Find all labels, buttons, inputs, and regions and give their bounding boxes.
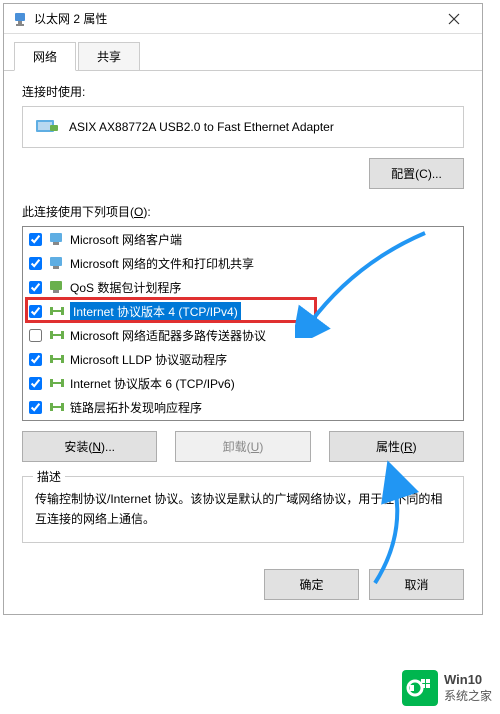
list-item[interactable]: Microsoft 网络适配器多路传送器协议 [23, 323, 463, 347]
protocol-icon [48, 375, 66, 391]
description-group: 描述 传输控制协议/Internet 协议。该协议是默认的广域网络协议，用于在不… [22, 476, 464, 543]
item-label: Microsoft 网络的文件和打印机共享 [70, 255, 254, 272]
item-label: Internet 协议版本 6 (TCP/IPv6) [70, 375, 235, 392]
watermark: Win10 系统之家 [402, 670, 492, 706]
description-legend: 描述 [33, 468, 65, 485]
list-item[interactable]: Microsoft 网络的文件和打印机共享 [23, 251, 463, 275]
list-item[interactable]: QoS 数据包计划程序 [23, 275, 463, 299]
protocol-icon [48, 327, 66, 343]
watermark-text: Win10 系统之家 [444, 672, 492, 704]
configure-button[interactable]: 配置(C)... [369, 158, 464, 189]
network-adapter-icon [35, 117, 59, 137]
tab-network[interactable]: 网络 [14, 42, 76, 71]
item-checkbox[interactable] [29, 329, 42, 342]
list-item[interactable]: Microsoft 网络客户端 [23, 227, 463, 251]
protocol-icon [48, 303, 66, 319]
service-icon [48, 255, 66, 271]
tabs: 网络 共享 [4, 34, 482, 71]
service-icon [48, 279, 66, 295]
ok-button[interactable]: 确定 [264, 569, 359, 600]
item-checkbox[interactable] [29, 401, 42, 414]
item-checkbox[interactable] [29, 353, 42, 366]
content-area: 连接时使用: ASIX AX88772A USB2.0 to Fast Ethe… [4, 71, 482, 555]
watermark-logo-icon [402, 670, 438, 706]
description-text: 传输控制协议/Internet 协议。该协议是默认的广域网络协议，用于在不同的相… [35, 489, 451, 530]
components-listbox[interactable]: Microsoft 网络客户端 Microsoft 网络的文件和打印机共享 Qo… [22, 226, 464, 421]
item-label: 链路层拓扑发现响应程序 [70, 399, 202, 416]
item-label: Internet 协议版本 4 (TCP/IPv4) [70, 302, 241, 321]
client-icon [48, 231, 66, 247]
protocol-icon [48, 399, 66, 415]
titlebar: 以太网 2 属性 [4, 4, 482, 34]
close-button[interactable] [434, 5, 474, 33]
item-checkbox[interactable] [29, 305, 42, 318]
item-checkbox[interactable] [29, 377, 42, 390]
list-item[interactable]: 链路层拓扑发现响应程序 [23, 395, 463, 419]
protocol-icon [48, 351, 66, 367]
adapter-name: ASIX AX88772A USB2.0 to Fast Ethernet Ad… [69, 120, 334, 134]
item-checkbox[interactable] [29, 281, 42, 294]
list-item-selected[interactable]: Internet 协议版本 4 (TCP/IPv4) [23, 299, 463, 323]
install-button[interactable]: 安装(N)... [22, 431, 157, 462]
adapter-display: ASIX AX88772A USB2.0 to Fast Ethernet Ad… [22, 106, 464, 148]
connect-using-label: 连接时使用: [22, 83, 464, 100]
item-label: QoS 数据包计划程序 [70, 279, 181, 296]
uninstall-button: 卸载(U) [175, 431, 310, 462]
dialog-footer: 确定 取消 [4, 555, 482, 614]
item-label: Microsoft 网络客户端 [70, 231, 182, 248]
list-item[interactable]: Internet 协议版本 6 (TCP/IPv6) [23, 371, 463, 395]
titlebar-title: 以太网 2 属性 [34, 10, 434, 27]
cancel-button[interactable]: 取消 [369, 569, 464, 600]
item-label: Microsoft LLDP 协议驱动程序 [70, 351, 227, 368]
properties-button[interactable]: 属性(R) [329, 431, 464, 462]
uses-following-label: 此连接使用下列项目(O): [22, 203, 464, 220]
tab-sharing[interactable]: 共享 [78, 42, 140, 70]
properties-dialog: 以太网 2 属性 网络 共享 连接时使用: ASIX AX88772A USB2… [3, 3, 483, 615]
item-label: Microsoft 网络适配器多路传送器协议 [70, 327, 266, 344]
item-checkbox[interactable] [29, 233, 42, 246]
list-item[interactable]: Microsoft LLDP 协议驱动程序 [23, 347, 463, 371]
item-checkbox[interactable] [29, 257, 42, 270]
ethernet-icon [12, 11, 28, 27]
